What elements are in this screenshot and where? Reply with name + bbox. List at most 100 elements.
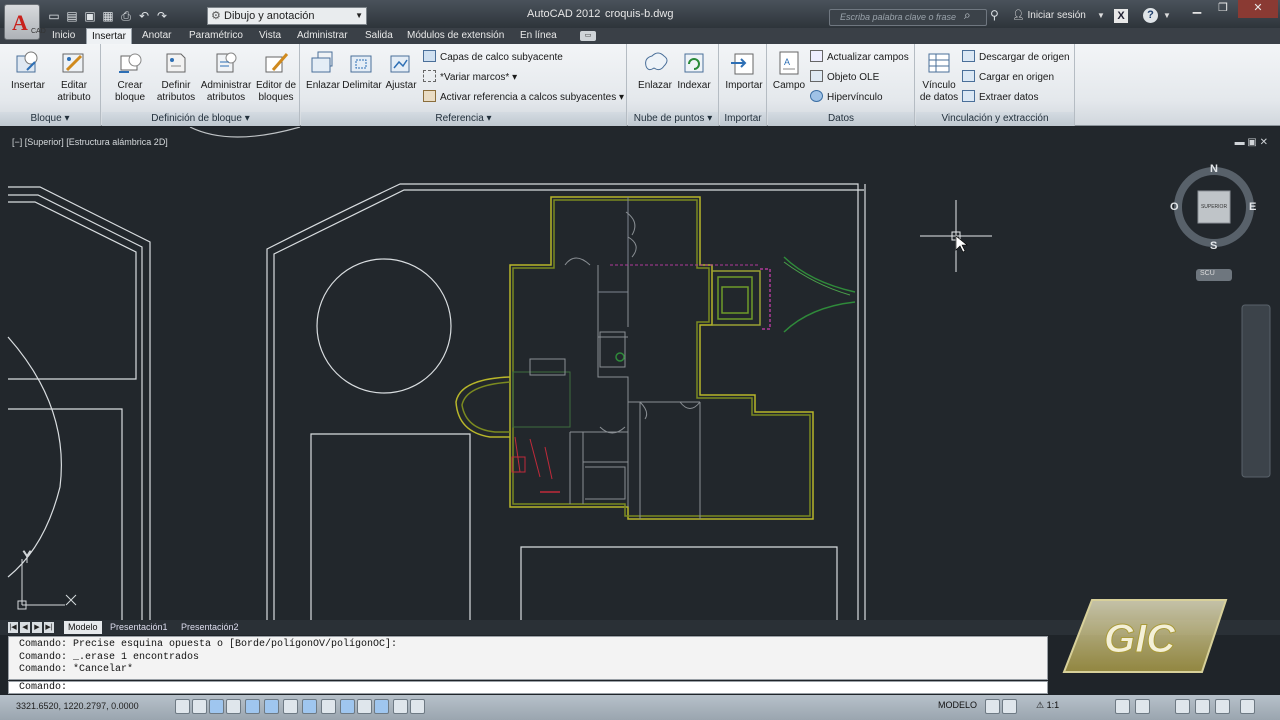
search-icon[interactable]: ⌕	[964, 8, 971, 23]
grid-icon[interactable]	[209, 699, 224, 714]
tab-modelo[interactable]: Modelo	[64, 621, 102, 634]
tab-modulos[interactable]: Módulos de extensión	[407, 28, 504, 44]
clean-screen-icon[interactable]	[1240, 699, 1255, 714]
adjust-button[interactable]: Ajustar	[383, 48, 419, 108]
binoculars-icon[interactable]: ⚲	[990, 8, 999, 22]
panel-title-definicion[interactable]: Definición de bloque ▾	[102, 112, 299, 126]
hardware-acceleration-icon[interactable]	[1175, 699, 1190, 714]
coordinates-readout[interactable]: 3321.6520, 1220.2797, 0.0000	[16, 701, 139, 711]
open-icon[interactable]: ▤	[64, 8, 80, 24]
manage-attributes-button[interactable]: Administrar atributos	[200, 48, 252, 108]
underlay-layers-button[interactable]: Capas de calco subyacente	[423, 50, 563, 66]
ortho-icon[interactable]	[226, 699, 241, 714]
snap-mode-icon[interactable]	[192, 699, 207, 714]
download-source-button[interactable]: Descargar de origen	[962, 50, 1070, 66]
tab-vista[interactable]: Vista	[259, 28, 281, 44]
save-icon[interactable]: ▣	[82, 8, 98, 24]
ucs-menu[interactable]: SCU	[1200, 270, 1215, 277]
viewcube-face-top[interactable]: SUPERIOR	[1199, 204, 1229, 210]
navigation-bar[interactable]	[1241, 304, 1271, 478]
tab-salida[interactable]: Salida	[365, 28, 393, 44]
quick-properties-icon[interactable]	[393, 699, 408, 714]
pointcloud-attach-button[interactable]: Enlazar	[636, 48, 674, 108]
infer-constraints-icon[interactable]	[175, 699, 190, 714]
annotation-scale[interactable]: ⚠ 1:1	[1036, 700, 1059, 711]
extract-data-button[interactable]: Extraer datos	[962, 90, 1038, 106]
polar-icon[interactable]	[245, 699, 260, 714]
ole-object-button[interactable]: Objeto OLE	[810, 70, 879, 86]
redo-icon[interactable]: ↷	[154, 8, 170, 24]
attach-button[interactable]: Enlazar	[305, 48, 341, 108]
new-icon[interactable]: ▭	[46, 8, 62, 24]
viewport-controls[interactable]: ▬ ▣ ✕	[1235, 137, 1268, 148]
status-bar-menu-icon[interactable]	[1215, 699, 1230, 714]
quick-view-drawings-icon[interactable]	[1002, 699, 1017, 714]
frames-vary-button[interactable]: *Variar marcos* ▾	[423, 70, 517, 86]
panel-title-bloque[interactable]: Bloque ▾	[0, 112, 100, 126]
tab-insertar[interactable]: Insertar	[86, 28, 132, 44]
isolate-objects-icon[interactable]	[1195, 699, 1210, 714]
transparency-icon[interactable]	[374, 699, 389, 714]
hyperlink-button[interactable]: Hipervínculo	[810, 90, 883, 106]
lock-icon[interactable]	[1135, 699, 1150, 714]
drawing-area[interactable]: Y [−] [Superior] [Estructura alámbrica 2…	[0, 127, 1280, 622]
minimize-button[interactable]: ▁	[1184, 0, 1210, 18]
index-button[interactable]: Indexar	[674, 48, 714, 108]
next-tab-icon[interactable]: ▶	[32, 622, 42, 633]
update-fields-button[interactable]: Actualizar campos	[810, 50, 909, 66]
3d-osnap-icon[interactable]	[283, 699, 298, 714]
field-button[interactable]: A Campo	[770, 48, 808, 108]
viewcube-west[interactable]: O	[1170, 201, 1179, 213]
data-link-button[interactable]: Vínculo de datos	[918, 48, 960, 108]
viewcube-north[interactable]: N	[1210, 163, 1218, 175]
prev-tab-icon[interactable]: ◀	[20, 622, 30, 633]
tab-anotar[interactable]: Anotar	[142, 28, 171, 44]
block-editor-button[interactable]: Editor de bloques	[254, 48, 298, 108]
underlay-snap-button[interactable]: Activar referencia a calcos subyacentes …	[423, 90, 624, 106]
edit-attribute-button[interactable]: Editar atributo	[52, 48, 96, 108]
viewport-label[interactable]: [−] [Superior] [Estructura alámbrica 2D]	[12, 137, 168, 147]
exchange-icon[interactable]: X	[1114, 9, 1128, 23]
chevron-down-icon[interactable]: ▼	[1097, 11, 1105, 20]
insert-block-button[interactable]: Insertar	[8, 48, 48, 108]
create-block-button[interactable]: Crear bloque	[108, 48, 152, 108]
viewcube-east[interactable]: E	[1249, 201, 1256, 213]
last-tab-icon[interactable]: ▶|	[44, 622, 54, 633]
viewcube-south[interactable]: S	[1210, 240, 1217, 252]
drawing-canvas[interactable]: Y	[0, 127, 1280, 622]
otrack-icon[interactable]	[302, 699, 317, 714]
model-space-button[interactable]: MODELO	[938, 700, 977, 710]
tab-presentacion1[interactable]: Presentación1	[106, 621, 172, 634]
plot-icon[interactable]: ⎙	[118, 8, 134, 24]
upload-source-button[interactable]: Cargar en origen	[962, 70, 1054, 86]
panel-title-referencia[interactable]: Referencia ▾	[301, 112, 626, 126]
ribbon-minimize-icon[interactable]: ▭	[580, 31, 596, 41]
viewcube[interactable]	[1174, 167, 1254, 281]
first-tab-icon[interactable]: |◀	[8, 622, 18, 633]
tab-en-linea[interactable]: En línea	[520, 28, 557, 44]
close-button[interactable]: ✕	[1238, 0, 1278, 18]
import-button[interactable]: Importar	[723, 48, 765, 108]
tab-presentacion2[interactable]: Presentación2	[177, 621, 243, 634]
tab-inicio[interactable]: Inicio	[52, 28, 75, 44]
lineweight-icon[interactable]	[357, 699, 372, 714]
quick-view-layouts-icon[interactable]	[985, 699, 1000, 714]
workspace-switching-icon[interactable]	[1115, 699, 1130, 714]
osnap-icon[interactable]	[264, 699, 279, 714]
clip-button[interactable]: Delimitar	[341, 48, 383, 108]
restore-button[interactable]: ❐	[1210, 0, 1236, 18]
undo-icon[interactable]: ↶	[136, 8, 152, 24]
panel-title-nube[interactable]: Nube de puntos ▾	[628, 112, 718, 126]
login-button[interactable]: 👤︎ Iniciar sesión	[1012, 10, 1086, 21]
selection-cycling-icon[interactable]	[410, 699, 425, 714]
chevron-down-icon[interactable]: ▼	[1163, 11, 1171, 20]
command-input[interactable]: Comando:	[8, 681, 1048, 694]
ducs-icon[interactable]	[321, 699, 336, 714]
application-menu-button[interactable]: A CAD	[4, 4, 46, 40]
save-as-icon[interactable]: ▦	[100, 8, 116, 24]
tab-administrar[interactable]: Administrar	[297, 28, 348, 44]
dyn-icon[interactable]	[340, 699, 355, 714]
help-icon[interactable]: ?	[1143, 8, 1158, 23]
define-attributes-button[interactable]: Definir atributos	[154, 48, 198, 108]
tab-parametrico[interactable]: Paramétrico	[189, 28, 243, 44]
